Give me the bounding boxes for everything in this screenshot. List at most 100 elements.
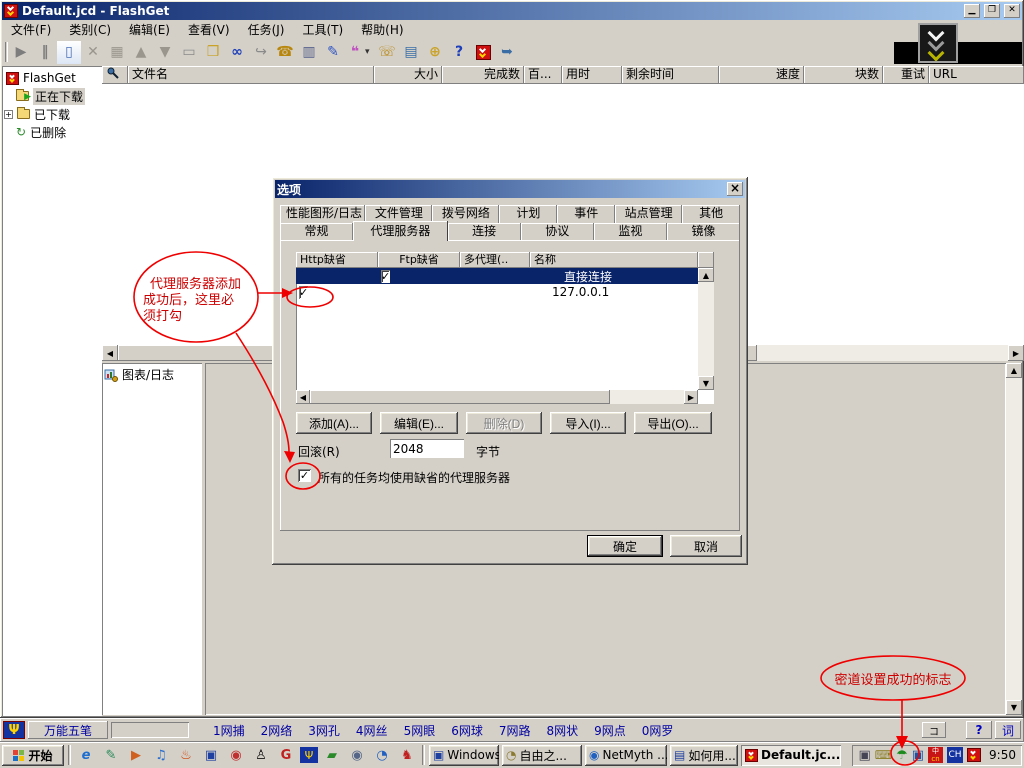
- ok-button[interactable]: 确定: [587, 535, 663, 557]
- ime-candidate-8[interactable]: 8网状: [546, 722, 578, 739]
- ie-icon[interactable]: e: [75, 745, 97, 765]
- flame-icon[interactable]: ♨: [175, 745, 197, 765]
- exit-icon[interactable]: ➥: [495, 41, 519, 64]
- menu-task[interactable]: 任务(J): [239, 19, 294, 40]
- menu-edit[interactable]: 编辑(E): [120, 19, 179, 40]
- rollback-input[interactable]: [390, 439, 464, 458]
- ime-candidate-3[interactable]: 3网孔: [308, 722, 340, 739]
- use-default-checkbox[interactable]: ✓: [298, 469, 311, 482]
- wubi-anchor-icon[interactable]: Ψ: [300, 747, 318, 763]
- remote-monitor-icon[interactable]: ▥: [297, 41, 321, 64]
- menu-tools[interactable]: 工具(T): [293, 19, 352, 40]
- http-default-checkbox[interactable]: ✓: [299, 286, 308, 299]
- menu-file[interactable]: 文件(F): [2, 19, 60, 40]
- jump-icon[interactable]: ↪: [249, 41, 273, 64]
- proxy-list-vscrollbar[interactable]: ▲ ▼: [698, 268, 714, 390]
- column-multi-proxy[interactable]: 多代理(..: [460, 252, 530, 268]
- move-down-icon[interactable]: ▼: [153, 41, 177, 64]
- tab-events[interactable]: 事件: [557, 205, 615, 223]
- dialog-title-bar[interactable]: 选项 ×: [275, 180, 745, 198]
- schedule-icon[interactable]: ☏: [375, 41, 399, 64]
- scroll-up-icon[interactable]: ▲: [1006, 363, 1022, 378]
- task-netmyth[interactable]: ◉ NetMyth ...: [585, 745, 667, 766]
- column-percent[interactable]: 百...: [524, 66, 562, 84]
- help-icon[interactable]: ?: [447, 41, 471, 64]
- antelope-icon[interactable]: ♞: [396, 745, 418, 765]
- scroll-up-icon[interactable]: ▲: [698, 268, 714, 282]
- column-filename[interactable]: 文件名: [128, 66, 374, 84]
- move-up-icon[interactable]: ▲: [129, 41, 153, 64]
- tunnel-monitor-icon[interactable]: ▣: [912, 748, 924, 763]
- ime-name-button[interactable]: 万能五笔: [28, 721, 108, 739]
- tree-item-downloaded[interactable]: + 已下载: [2, 105, 102, 123]
- start-button[interactable]: 开始: [2, 745, 64, 766]
- eye-icon[interactable]: ◉: [346, 745, 368, 765]
- ime-candidate-7[interactable]: 7网路: [499, 722, 531, 739]
- ime-mini-button[interactable]: コ: [922, 722, 946, 738]
- scroll-thumb[interactable]: [310, 390, 610, 404]
- import-button[interactable]: 导入(I)...: [550, 412, 626, 434]
- column-url[interactable]: URL: [929, 66, 1024, 84]
- new-task-icon[interactable]: ▯: [57, 41, 81, 64]
- proxy-list-hscrollbar[interactable]: ◀ ▶: [296, 390, 698, 404]
- delete-icon[interactable]: ✕: [81, 41, 105, 64]
- menu-help[interactable]: 帮助(H): [352, 19, 412, 40]
- ime-candidate-6[interactable]: 6网球: [451, 722, 483, 739]
- minimize-button[interactable]: ▁: [964, 4, 980, 18]
- ime-input-field[interactable]: [111, 722, 189, 738]
- scroll-down-icon[interactable]: ▼: [1006, 700, 1022, 715]
- proxy-row-127001[interactable]: ✓ 127.0.0.1: [296, 284, 698, 300]
- ftp-default-checkbox[interactable]: ✓: [381, 270, 390, 283]
- resume-icon[interactable]: ▶: [9, 41, 33, 64]
- tab-protocol[interactable]: 协议: [521, 223, 594, 241]
- lower-vscrollbar[interactable]: ▲ ▼: [1006, 363, 1022, 715]
- column-size[interactable]: 大小: [374, 66, 442, 84]
- properties-icon[interactable]: ▦: [105, 41, 129, 64]
- find-icon[interactable]: ∞: [225, 41, 249, 64]
- tree-root-flashget[interactable]: FlashGet: [2, 69, 102, 87]
- tree-item-deleted[interactable]: ↻ 已删除: [2, 123, 102, 141]
- pause-icon[interactable]: ‖: [33, 41, 57, 64]
- ime-word-button[interactable]: 词: [995, 721, 1021, 739]
- search-icon[interactable]: ◉: [225, 745, 247, 765]
- qq-penguin-icon[interactable]: ♙: [250, 745, 272, 765]
- ime-help-button[interactable]: ?: [966, 721, 992, 739]
- network-computer-icon[interactable]: ▣: [858, 748, 870, 763]
- proxy-row-direct[interactable]: ✓ 直接连接: [296, 268, 698, 284]
- add-button[interactable]: 添加(A)...: [296, 412, 372, 434]
- export-button[interactable]: 导出(O)...: [634, 412, 712, 434]
- ch-layout-icon[interactable]: CH: [947, 747, 963, 763]
- column-retry[interactable]: 重试: [883, 66, 929, 84]
- column-name[interactable]: 名称: [530, 252, 698, 268]
- title-bar[interactable]: Default.jcd - FlashGet ▁ ❐ ✕: [2, 2, 1022, 20]
- comment-icon[interactable]: ❝: [345, 41, 365, 64]
- scroll-left-icon[interactable]: ◀: [102, 345, 118, 361]
- site-explorer-icon[interactable]: ⊕: [423, 41, 447, 64]
- column-ftp-default[interactable]: Ftp缺省: [378, 252, 460, 268]
- ime-candidate-0[interactable]: 0网罗: [642, 722, 674, 739]
- ime-candidate-5[interactable]: 5网眼: [404, 722, 436, 739]
- edit-log-icon[interactable]: ✎: [321, 41, 345, 64]
- column-completed[interactable]: 完成数: [442, 66, 524, 84]
- task-windows[interactable]: ▣ Windows ...: [429, 745, 499, 766]
- task-ziyouzhi[interactable]: ◔ 自由之...: [502, 745, 582, 766]
- tab-monitor[interactable]: 监视: [594, 223, 667, 241]
- close-button[interactable]: ✕: [1004, 4, 1020, 18]
- column-blocks[interactable]: 块数: [804, 66, 883, 84]
- task-default-flashget[interactable]: Default.jc...: [741, 745, 841, 766]
- tab-general[interactable]: 常规: [280, 223, 353, 241]
- tab-proxy-server[interactable]: 代理服务器: [353, 221, 447, 241]
- wubi-logo-icon[interactable]: Ψ: [3, 721, 25, 739]
- card-icon[interactable]: ▰: [321, 745, 343, 765]
- computer-icon[interactable]: ▤: [399, 41, 423, 64]
- cn-ime-icon[interactable]: 中 cn: [928, 747, 943, 763]
- scroll-down-icon[interactable]: ▼: [698, 376, 714, 390]
- tab-schedule[interactable]: 计划: [499, 205, 557, 223]
- clock[interactable]: 9:50: [989, 748, 1016, 762]
- batch-download-icon[interactable]: ▭: [177, 41, 201, 64]
- tree-item-downloading[interactable]: ▶ 正在下载: [2, 87, 102, 105]
- edit-button[interactable]: 编辑(E)...: [380, 412, 458, 434]
- task-ruheyong[interactable]: ▤ 如何用...: [670, 745, 738, 766]
- music-icon[interactable]: ♫: [150, 745, 172, 765]
- open-folder-icon[interactable]: ❒: [201, 41, 225, 64]
